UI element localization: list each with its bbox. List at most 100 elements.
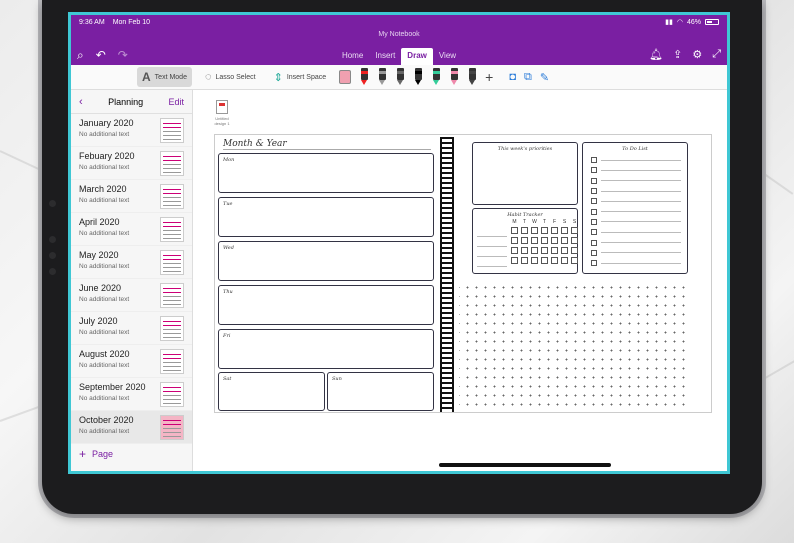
day-label: Fri [223, 333, 231, 339]
tab-home[interactable]: Home [336, 48, 369, 65]
camera-dot [49, 236, 56, 243]
habit-day: S [562, 219, 567, 225]
battery-percent: 46% [686, 18, 701, 26]
title-underline [223, 149, 431, 150]
page-item-january[interactable]: January 2020 No additional text [71, 114, 192, 147]
tab-insert[interactable]: Insert [369, 48, 401, 65]
ribbon: My Notebook ⌕ ↶ ↷ Home Insert Draw View … [71, 30, 727, 65]
month-year-title: Month & Year [223, 139, 287, 149]
page-thumbnail [160, 217, 184, 242]
add-page-button[interactable]: + Page [79, 447, 113, 461]
habit-lines [477, 227, 507, 267]
page-thumbnail [160, 316, 184, 341]
weekly-planner: Month & Year Mon Tue Wed Thu Fri Sat Sun… [214, 134, 712, 413]
day-label: Sat [223, 376, 232, 382]
page-thumbnail [160, 382, 184, 407]
day-box-sat: Sat [218, 372, 325, 411]
signal-icon: ▮▮ [665, 19, 673, 26]
page-thumbnail [160, 283, 184, 308]
day-box-wed: Wed [218, 241, 434, 281]
pen-dark[interactable] [467, 68, 477, 86]
home-indicator[interactable] [439, 463, 611, 467]
planner-left-page: Month & Year Mon Tue Wed Thu Fri Sat Sun [215, 135, 437, 414]
page-thumbnail [160, 118, 184, 143]
ruler-icon[interactable]: ✎ [540, 71, 549, 84]
insert-space-label: Insert Space [286, 73, 327, 81]
page-sidebar: ‹ Planning Edit January 2020 No addition… [71, 90, 193, 471]
wifi-icon: ◠ [676, 19, 683, 26]
status-time: 9:36 AM [79, 19, 105, 26]
priorities-box: This week's priorities [472, 142, 578, 205]
habit-tracker-title: Habit Tracker [507, 212, 543, 218]
pen-dark-gray[interactable] [395, 68, 405, 86]
gear-icon[interactable]: ⚙ [692, 48, 702, 61]
text-mode-button[interactable]: A Text Mode [137, 67, 192, 87]
tab-draw[interactable]: Draw [401, 48, 433, 65]
planner-right-page: This week's priorities Habit Tracker M T [459, 135, 711, 414]
page-item-march[interactable]: March 2020 No additional text [71, 180, 192, 213]
habit-day-headers: M T W T F S S [511, 219, 578, 225]
pen-green[interactable] [431, 68, 441, 86]
day-box-tue: Tue [218, 197, 434, 237]
pen-pink[interactable] [449, 68, 459, 86]
habit-grid [511, 227, 578, 264]
side-button [49, 200, 56, 207]
page-item-september[interactable]: September 2020 No additional text [71, 378, 192, 411]
text-mode-icon: A [142, 70, 151, 84]
pen-red[interactable] [359, 68, 369, 86]
lasso-select-label: Lasso Select [215, 73, 256, 81]
todo-list-box: To Do List [582, 142, 688, 274]
shape-icon[interactable]: ◘ [509, 71, 516, 83]
bell-icon[interactable]: 🔔︎ [649, 48, 663, 61]
page-thumbnail [160, 415, 184, 440]
day-label: Tue [223, 201, 233, 207]
insert-space-icon: ⇕ [273, 71, 283, 84]
page-thumbnail [160, 151, 184, 176]
expand-icon[interactable]: ⤢ [712, 48, 721, 61]
habit-day: T [522, 219, 527, 225]
add-page-label: Page [92, 449, 114, 459]
plus-icon: + [79, 447, 87, 461]
file-attachment-label: Untitled design 1 [214, 116, 230, 126]
edit-button[interactable]: Edit [168, 97, 184, 107]
day-box-mon: Mon [218, 153, 434, 193]
page-item-june[interactable]: June 2020 No additional text [71, 279, 192, 312]
share-icon[interactable]: ⇪ [673, 48, 682, 61]
habit-day: F [552, 219, 557, 225]
day-label: Thu [223, 289, 233, 295]
page-thumbnail [160, 184, 184, 209]
day-label: Sun [332, 376, 342, 382]
habit-tracker-box: Habit Tracker M T W T F S S [472, 208, 578, 274]
todo-list-title: To Do List [622, 146, 648, 152]
eraser-tool[interactable] [339, 70, 352, 84]
lasso-select-button[interactable]: ◌ Lasso Select [200, 68, 261, 86]
lasso-icon: ◌ [204, 71, 212, 83]
insert-space-button[interactable]: ⇕ Insert Space [269, 68, 332, 87]
day-box-thu: Thu [218, 285, 434, 325]
day-box-fri: Fri [218, 329, 434, 369]
back-chevron-icon[interactable]: ‹ [79, 96, 83, 108]
add-pen-button[interactable]: + [485, 69, 493, 85]
section-title: Planning [108, 96, 144, 107]
page-item-august[interactable]: August 2020 No additional text [71, 345, 192, 378]
habit-day: T [542, 219, 547, 225]
note-canvas[interactable]: Untitled design 1 Month & Year Mon Tue W… [194, 90, 727, 471]
status-bar: 9:36 AM Mon Feb 10 ▮▮ ◠ 46% [71, 15, 727, 30]
spiral-binding [440, 137, 454, 412]
section-header: ‹ Planning Edit [71, 90, 192, 114]
habit-day: M [512, 219, 517, 225]
day-label: Mon [223, 157, 235, 163]
page-item-february[interactable]: Febuary 2020 No additional text [71, 147, 192, 180]
text-mode-label: Text Mode [154, 73, 187, 81]
pen-gray[interactable] [377, 68, 387, 86]
file-attachment-icon[interactable] [216, 100, 228, 114]
tab-view[interactable]: View [433, 48, 462, 65]
convert-icon[interactable]: ⧉ [524, 71, 532, 84]
pen-black[interactable] [413, 68, 423, 86]
page-item-july[interactable]: July 2020 No additional text [71, 312, 192, 345]
page-item-october[interactable]: October 2020 No additional text [71, 411, 192, 444]
page-item-may[interactable]: May 2020 No additional text [71, 246, 192, 279]
page-item-april[interactable]: April 2020 No additional text [71, 213, 192, 246]
dot-grid [459, 281, 687, 411]
status-date: Mon Feb 10 [112, 19, 151, 26]
